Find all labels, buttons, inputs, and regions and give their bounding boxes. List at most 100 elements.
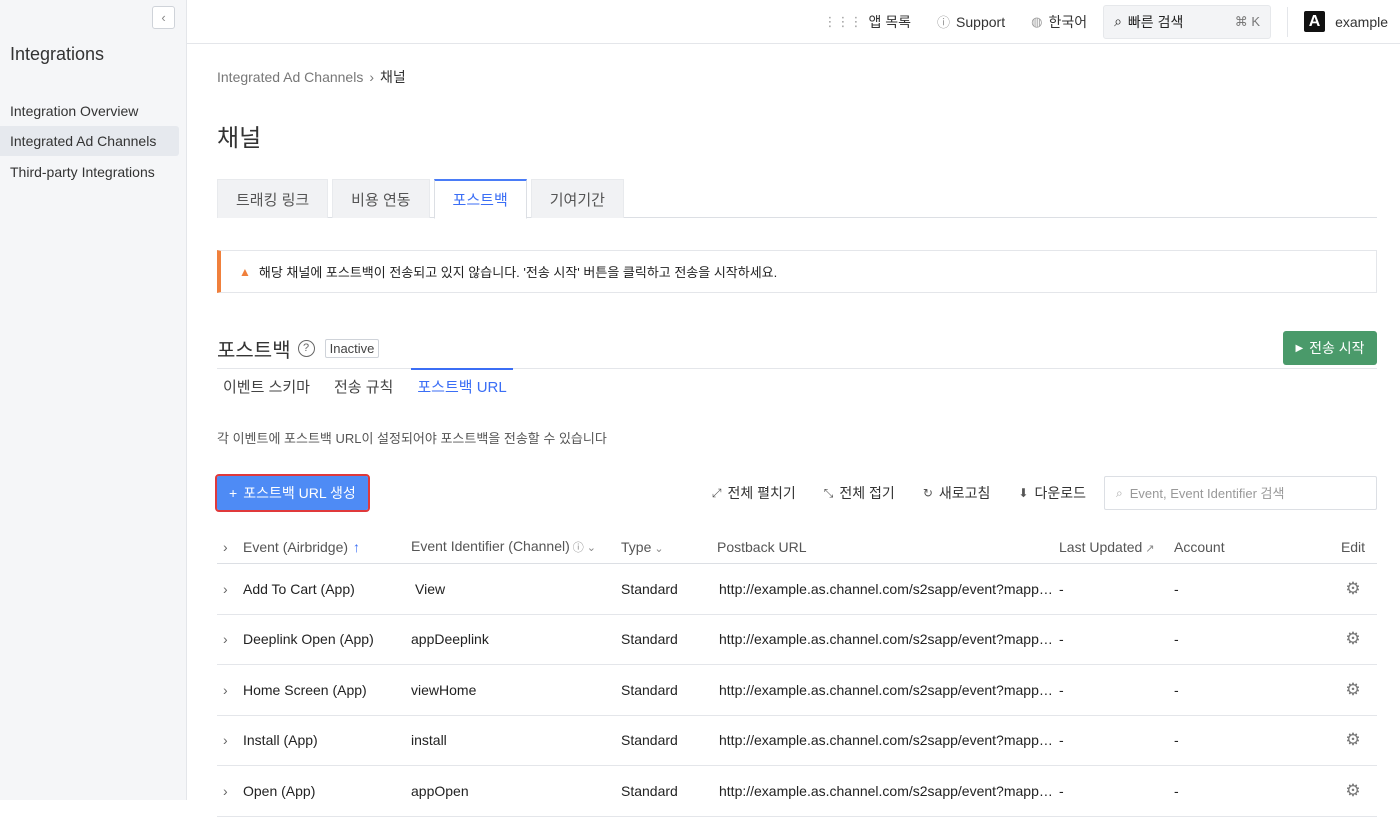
- postback-subtabs: 이벤트 스키마 전송 규칙 포스트백 URL: [217, 368, 1377, 402]
- account-name[interactable]: example: [1335, 14, 1388, 30]
- chevron-right-icon[interactable]: ›: [217, 581, 243, 597]
- gear-icon[interactable]: ⚙: [1329, 680, 1377, 700]
- tab-cost-integration[interactable]: 비용 연동: [332, 179, 430, 218]
- cell-last-updated: -: [1059, 732, 1064, 749]
- sidebar-item-integration-overview[interactable]: Integration Overview: [0, 96, 179, 126]
- section-description: 각 이벤트에 포스트백 URL이 설정되어야 포스트백을 전송할 수 있습니다: [217, 431, 607, 446]
- subtab-send-rules[interactable]: 전송 규칙: [328, 369, 399, 403]
- page-title: 채널: [217, 125, 262, 152]
- chevron-right-icon[interactable]: ›: [217, 783, 243, 799]
- sidebar: ‹ Integrations Integration Overview Inte…: [0, 0, 187, 800]
- chevron-right-icon[interactable]: ›: [217, 732, 243, 748]
- create-postback-url-button[interactable]: + 포스트백 URL 생성: [215, 474, 370, 512]
- subtab-event-schema[interactable]: 이벤트 스키마: [217, 369, 316, 403]
- download-button[interactable]: ⬇ 다운로드: [1018, 483, 1086, 503]
- brand-logo[interactable]: A: [1304, 11, 1326, 32]
- collapse-all-button[interactable]: ⤡ 전체 접기: [824, 483, 895, 503]
- chevron-right-icon[interactable]: ›: [217, 682, 243, 698]
- table-row[interactable]: › Home Screen (App) viewHome Standard ht…: [217, 665, 1377, 716]
- header-event[interactable]: Event (Airbridge) ↑: [243, 539, 411, 555]
- cell-account: -: [1174, 681, 1179, 698]
- apps-label: 앱 목록: [868, 13, 912, 30]
- table-search: ⌕: [1104, 476, 1377, 510]
- info-icon: ⓘ: [572, 542, 584, 554]
- top-bar: ⋮⋮⋮ 앱 목록 ⓘ Support ◍ 한국어 ⌕ 빠른 검색 ⌘ K A e…: [187, 0, 1400, 44]
- expand-all-button[interactable]: ⤢ 전체 펼치기: [712, 483, 796, 503]
- cell-account: -: [1174, 782, 1179, 799]
- sort-asc-icon: ↑: [353, 538, 361, 555]
- language-selector[interactable]: ◍ 한국어: [1031, 12, 1087, 32]
- support-label: Support: [956, 13, 1006, 30]
- expand-icon: ⤢: [711, 485, 722, 500]
- cell-postback-url: http://example.as.channel.com/s2sapp/eve…: [719, 631, 1054, 648]
- sidebar-item-third-party-integrations[interactable]: Third-party Integrations: [0, 157, 179, 187]
- table-row[interactable]: › Open (App) appOpen Standard http://exa…: [217, 766, 1377, 817]
- cell-event: Home Screen (App): [243, 681, 367, 698]
- tab-postback[interactable]: 포스트백: [433, 179, 527, 219]
- chevron-down-icon: ⌄: [586, 542, 596, 554]
- table-header: › Event (Airbridge) ↑ Event Identifier (C…: [217, 530, 1377, 564]
- breadcrumb-separator: ›: [369, 69, 375, 85]
- breadcrumb: Integrated Ad Channels › 채널: [217, 67, 406, 87]
- start-sending-label: 전송 시작: [1309, 340, 1365, 356]
- cell-event: Open (App): [243, 782, 316, 799]
- plus-icon: +: [229, 485, 238, 501]
- cell-last-updated: -: [1059, 631, 1064, 648]
- sort-icon: ↗: [1145, 542, 1155, 555]
- gear-icon[interactable]: ⚙: [1329, 629, 1377, 649]
- cell-postback-url: http://example.as.channel.com/s2sapp/eve…: [719, 732, 1054, 749]
- sidebar-item-integrated-ad-channels[interactable]: Integrated Ad Channels: [0, 126, 179, 156]
- postback-url-table: › Event (Airbridge) ↑ Event Identifier (C…: [217, 530, 1377, 817]
- question-circle-icon: ⓘ: [937, 15, 951, 30]
- header-last-updated[interactable]: Last Updated ↗: [1059, 539, 1174, 555]
- help-icon[interactable]: ?: [297, 339, 315, 357]
- globe-icon: ◍: [1031, 13, 1043, 29]
- cell-identifier: View: [415, 580, 446, 597]
- cell-type: Standard: [621, 681, 678, 698]
- search-shortcut: ⌘ K: [1234, 13, 1261, 29]
- cell-postback-url: http://example.as.channel.com/s2sapp/eve…: [719, 782, 1054, 799]
- gear-icon[interactable]: ⚙: [1329, 781, 1377, 801]
- header-identifier[interactable]: Event Identifier (Channel) ⓘ ⌄: [411, 538, 621, 555]
- cell-event: Install (App): [243, 732, 318, 749]
- chevron-right-icon[interactable]: ›: [217, 631, 243, 647]
- postback-header: 포스트백 ? Inactive ▶ 전송 시작: [217, 328, 1377, 368]
- header-edit: Edit: [1340, 538, 1366, 555]
- cell-type: Standard: [621, 580, 678, 597]
- cell-type: Standard: [621, 631, 678, 648]
- cell-account: -: [1174, 631, 1179, 648]
- header-type[interactable]: Type ⌄: [621, 539, 717, 555]
- cell-last-updated: -: [1059, 782, 1064, 799]
- cell-type: Standard: [621, 782, 678, 799]
- chevron-right-icon[interactable]: ›: [217, 539, 243, 555]
- download-icon: ⬇: [1018, 486, 1029, 500]
- tab-attribution-window[interactable]: 기여기간: [530, 179, 624, 218]
- start-sending-button[interactable]: ▶ 전송 시작: [1283, 331, 1377, 365]
- table-row[interactable]: › Deeplink Open (App) appDeeplink Standa…: [217, 615, 1377, 665]
- breadcrumb-parent[interactable]: Integrated Ad Channels: [217, 69, 363, 85]
- apps-menu[interactable]: ⋮⋮⋮ 앱 목록: [824, 12, 912, 32]
- sidebar-collapse-button[interactable]: ‹: [152, 6, 175, 29]
- gear-icon[interactable]: ⚙: [1329, 730, 1377, 750]
- table-toolbar: + 포스트백 URL 생성 ⤢ 전체 펼치기 ⤡ 전체 접기 ↻ 새로고침 ⬇ …: [215, 474, 1377, 512]
- tab-tracking-link[interactable]: 트래킹 링크: [217, 179, 329, 218]
- alert-text: 해당 채널에 포스트백이 전송되고 있지 않습니다. '전송 시작' 버튼을 클…: [258, 265, 778, 280]
- gear-icon[interactable]: ⚙: [1329, 579, 1377, 599]
- support-link[interactable]: ⓘ Support: [937, 12, 1005, 31]
- table-row[interactable]: › Add To Cart (App) View Standard http:/…: [217, 564, 1377, 615]
- table-row[interactable]: › Install (App) install Standard http://…: [217, 716, 1377, 766]
- chevron-down-icon: ⌄: [654, 542, 664, 555]
- table-search-input[interactable]: [1129, 485, 1350, 501]
- cell-identifier: install: [411, 732, 447, 749]
- quick-search-label: 빠른 검색: [1127, 13, 1184, 30]
- refresh-button[interactable]: ↻ 새로고침: [923, 483, 991, 503]
- refresh-icon: ↻: [922, 486, 933, 500]
- cell-identifier: appDeeplink: [411, 631, 489, 648]
- warning-icon: ▲: [239, 264, 251, 279]
- chevron-left-icon: ‹: [161, 10, 166, 25]
- warning-alert: ▲ 해당 채널에 포스트백이 전송되고 있지 않습니다. '전송 시작' 버튼을…: [217, 250, 1377, 293]
- collapse-all-label: 전체 접기: [839, 485, 895, 501]
- subtab-postback-url[interactable]: 포스트백 URL: [411, 368, 513, 402]
- header-postback-url: Postback URL: [717, 538, 807, 555]
- quick-search[interactable]: ⌕ 빠른 검색 ⌘ K: [1103, 4, 1272, 39]
